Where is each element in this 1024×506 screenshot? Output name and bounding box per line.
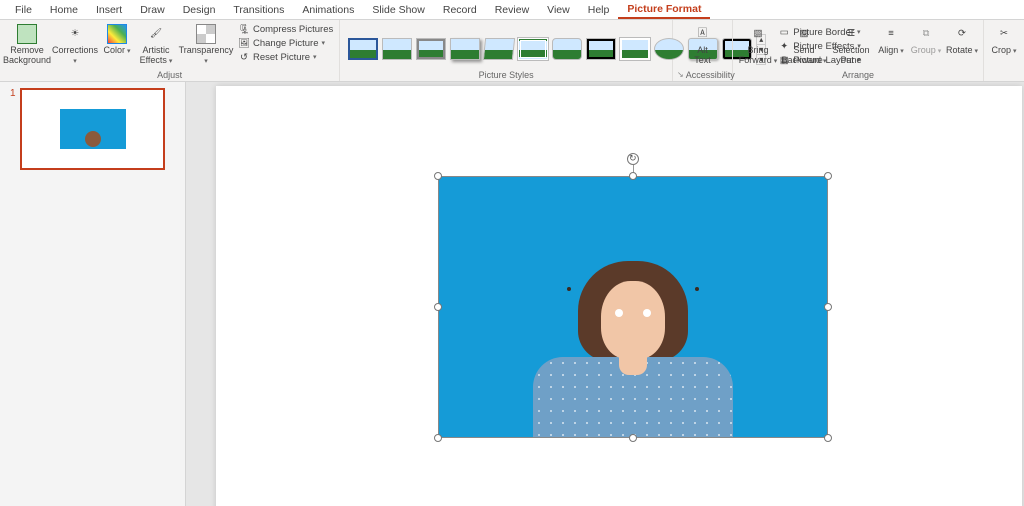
compress-pictures-button[interactable]: 🗜Compress Pictures bbox=[236, 22, 335, 36]
group-styles-label: Picture Styles bbox=[479, 70, 534, 81]
group-arrange-label: Arrange bbox=[737, 70, 979, 81]
slide-canvas[interactable] bbox=[216, 86, 1022, 506]
selection-pane-icon: ☰ bbox=[841, 24, 861, 44]
style-thumb-4[interactable] bbox=[450, 38, 480, 60]
tab-review[interactable]: Review bbox=[486, 2, 538, 18]
resize-handle-ne[interactable] bbox=[824, 172, 832, 180]
resize-handle-se[interactable] bbox=[824, 434, 832, 442]
style-thumb-7[interactable] bbox=[552, 38, 582, 60]
tab-picture-format[interactable]: Picture Format bbox=[618, 1, 710, 19]
canvas-area[interactable] bbox=[186, 82, 1024, 506]
corrections-button[interactable]: ☀ Corrections bbox=[52, 22, 98, 68]
style-thumb-5[interactable] bbox=[483, 38, 515, 60]
tab-transitions[interactable]: Transitions bbox=[224, 2, 293, 18]
group-size: ✂Crop bbox=[984, 20, 1024, 81]
group-icon: ⧉ bbox=[916, 24, 936, 44]
workspace: 1 bbox=[0, 82, 1024, 506]
style-thumb-1[interactable] bbox=[348, 38, 378, 60]
crop-button[interactable]: ✂Crop bbox=[988, 22, 1020, 58]
align-button[interactable]: ≡Align bbox=[875, 22, 907, 58]
tab-record[interactable]: Record bbox=[434, 2, 486, 18]
remove-background-button[interactable]: Remove Background bbox=[4, 22, 50, 68]
slide-thumb-content bbox=[60, 109, 126, 149]
slide-thumb[interactable] bbox=[20, 88, 165, 170]
change-picture-icon: 🖼 bbox=[238, 37, 250, 49]
tab-slideshow[interactable]: Slide Show bbox=[363, 2, 434, 18]
resize-handle-sw[interactable] bbox=[434, 434, 442, 442]
alt-text-icon: 🄰 bbox=[693, 24, 713, 44]
tab-draw[interactable]: Draw bbox=[131, 2, 174, 18]
change-picture-button[interactable]: 🖼Change Picture bbox=[236, 36, 335, 50]
corrections-icon: ☀ bbox=[65, 24, 85, 44]
group-adjust: Remove Background ☀ Corrections Color 🖌 … bbox=[0, 20, 340, 81]
transparency-button[interactable]: Transparency bbox=[178, 22, 234, 68]
resize-handle-e[interactable] bbox=[824, 303, 832, 311]
bring-forward-icon: ▧ bbox=[748, 24, 768, 44]
group-adjust-label: Adjust bbox=[4, 70, 335, 81]
style-thumb-8[interactable] bbox=[586, 38, 616, 60]
group-arrange: ▧Bring Forward ▨Send Backward ☰Selection… bbox=[733, 20, 984, 81]
bring-forward-button[interactable]: ▧Bring Forward bbox=[737, 22, 779, 68]
alt-text-button[interactable]: 🄰 Alt Text bbox=[683, 22, 723, 68]
transparency-icon bbox=[196, 24, 216, 44]
rotate-button[interactable]: ⟳Rotate bbox=[945, 22, 979, 58]
style-thumb-3[interactable] bbox=[416, 38, 446, 60]
group-accessibility-label: Accessibility bbox=[686, 70, 735, 80]
align-icon: ≡ bbox=[881, 24, 901, 44]
selection-pane-button[interactable]: ☰Selection Pane bbox=[829, 22, 873, 68]
slide-number: 1 bbox=[10, 88, 16, 170]
tab-design[interactable]: Design bbox=[174, 2, 225, 18]
tab-animations[interactable]: Animations bbox=[293, 2, 363, 18]
resize-handle-nw[interactable] bbox=[434, 172, 442, 180]
tab-help[interactable]: Help bbox=[579, 2, 619, 18]
slide-thumbnail-1[interactable]: 1 bbox=[10, 88, 175, 170]
style-thumb-9[interactable] bbox=[620, 38, 650, 60]
send-backward-icon: ▨ bbox=[794, 24, 814, 44]
tab-insert[interactable]: Insert bbox=[87, 2, 131, 18]
compress-icon: 🗜 bbox=[238, 23, 250, 35]
rotation-handle[interactable] bbox=[627, 153, 639, 165]
resize-handle-n[interactable] bbox=[629, 172, 637, 180]
group-accessibility: 🄰 Alt Text ↘Accessibility bbox=[673, 20, 733, 81]
group-picture-styles: ▴ ▾ ▾ ▭Picture Border ✦Picture Effects ▦… bbox=[340, 20, 673, 81]
reset-icon: ↺ bbox=[238, 51, 250, 63]
style-thumb-2[interactable] bbox=[382, 38, 412, 60]
color-button[interactable]: Color bbox=[100, 22, 134, 58]
send-backward-button[interactable]: ▨Send Backward bbox=[781, 22, 827, 68]
crop-icon: ✂ bbox=[994, 24, 1014, 44]
group-button[interactable]: ⧉Group bbox=[909, 22, 943, 58]
tab-home[interactable]: Home bbox=[41, 2, 87, 18]
rotate-icon: ⟳ bbox=[952, 24, 972, 44]
artistic-effects-button[interactable]: 🖌 Artistic Effects bbox=[136, 22, 176, 68]
color-icon bbox=[107, 24, 127, 44]
resize-handle-w[interactable] bbox=[434, 303, 442, 311]
ribbon: Remove Background ☀ Corrections Color 🖌 … bbox=[0, 20, 1024, 82]
artistic-icon: 🖌 bbox=[146, 24, 166, 44]
styles-launcher[interactable]: ↘ bbox=[677, 70, 686, 80]
selected-picture[interactable] bbox=[438, 176, 828, 438]
tab-file[interactable]: File bbox=[6, 2, 41, 18]
slides-panel: 1 bbox=[0, 82, 186, 506]
ribbon-tabs: File Home Insert Draw Design Transitions… bbox=[0, 0, 1024, 20]
reset-picture-button[interactable]: ↺Reset Picture bbox=[236, 50, 335, 64]
picture-content bbox=[533, 257, 733, 437]
tab-view[interactable]: View bbox=[538, 2, 579, 18]
style-thumb-6[interactable] bbox=[518, 38, 548, 60]
remove-bg-icon bbox=[17, 24, 37, 44]
resize-handle-s[interactable] bbox=[629, 434, 637, 442]
